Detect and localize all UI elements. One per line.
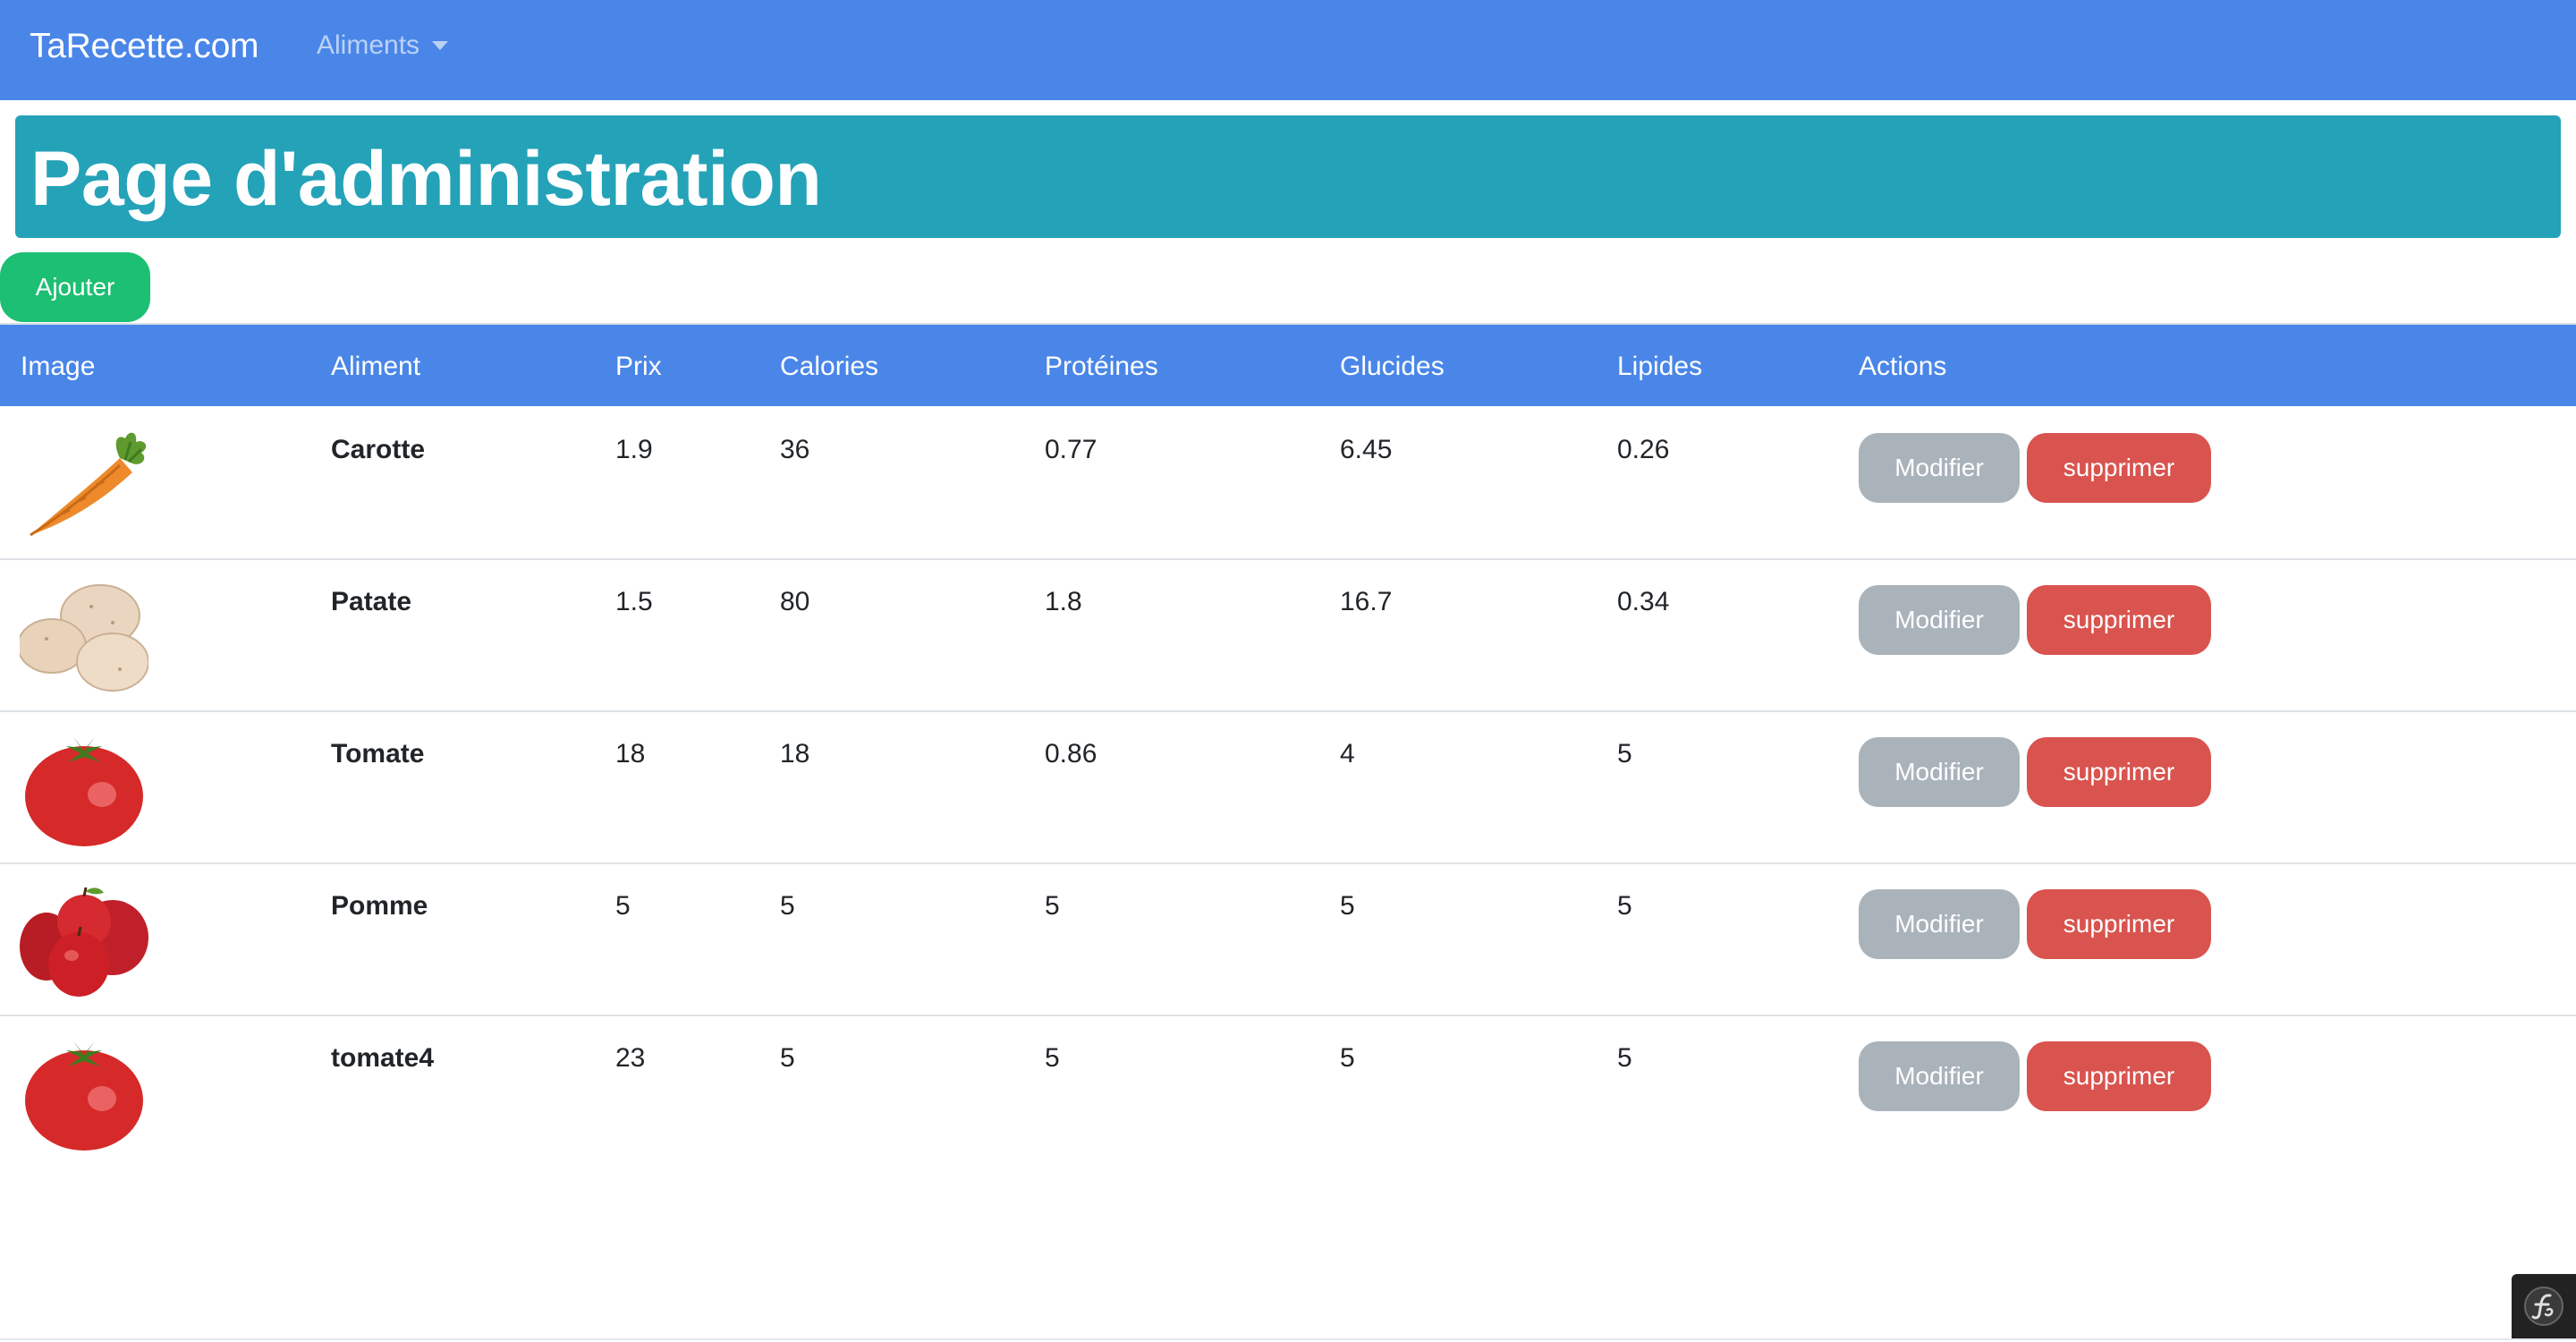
food-lipids: 5 [1617, 891, 1632, 921]
table-row: Tomate 18 18 0.86 4 5 Modifier supprimer [0, 712, 2576, 864]
food-lipids: 5 [1617, 1043, 1632, 1073]
carrot-image [20, 428, 148, 542]
food-carbs: 5 [1340, 1043, 1355, 1073]
food-lipids: 0.26 [1617, 435, 1670, 464]
page-title: Page d'administration [30, 136, 822, 222]
edit-button[interactable]: Modifier [1859, 433, 2020, 503]
brand-link[interactable]: TaRecette.com [30, 27, 259, 66]
column-header-prix: Prix [615, 352, 662, 381]
food-price: 1.5 [615, 587, 653, 616]
add-button[interactable]: Ajouter [0, 252, 150, 322]
food-name: Tomate [331, 739, 425, 769]
food-price: 23 [615, 1043, 646, 1073]
symfony-toolbar-toggle[interactable] [2512, 1274, 2576, 1338]
column-header-lipides: Lipides [1617, 352, 1703, 381]
column-header-image: Image [21, 352, 96, 381]
page-bottom-divider [0, 1338, 2576, 1340]
edit-button[interactable]: Modifier [1859, 585, 2020, 655]
food-price: 18 [615, 739, 646, 769]
food-price: 1.9 [615, 435, 653, 464]
food-carbs: 5 [1340, 891, 1355, 921]
edit-button[interactable]: Modifier [1859, 737, 2020, 807]
aliments-dropdown-label: Aliments [317, 30, 420, 60]
food-calories: 5 [780, 1043, 795, 1073]
delete-button[interactable]: supprimer [2027, 737, 2211, 807]
table-row: tomate4 23 5 5 5 5 Modifier supprimer [0, 1016, 2576, 1168]
table-row: Carotte 1.9 36 0.77 6.45 0.26 Modifier s… [0, 408, 2576, 560]
food-name: Pomme [331, 891, 428, 921]
tomato-image [20, 732, 148, 846]
food-proteins: 0.86 [1045, 739, 1097, 769]
table-row: Pomme 5 5 5 5 5 Modifier supprimer [0, 864, 2576, 1016]
delete-button[interactable]: supprimer [2027, 433, 2211, 503]
food-proteins: 5 [1045, 1043, 1060, 1073]
column-header-actions: Actions [1859, 352, 1947, 381]
aliments-dropdown[interactable]: Aliments [317, 30, 449, 61]
navbar: TaRecette.com Aliments [0, 0, 2576, 100]
caret-down-icon [432, 41, 449, 50]
food-proteins: 5 [1045, 891, 1060, 921]
table-header: Image Aliment Prix Calories Protéines Gl… [0, 323, 2576, 406]
food-carbs: 4 [1340, 739, 1355, 769]
food-carbs: 16.7 [1340, 587, 1393, 616]
column-header-glucides: Glucides [1340, 352, 1445, 381]
food-name: tomate4 [331, 1043, 435, 1073]
food-calories: 36 [780, 435, 810, 464]
food-proteins: 1.8 [1045, 587, 1082, 616]
column-header-calories: Calories [780, 352, 879, 381]
column-header-aliment: Aliment [331, 352, 421, 381]
potato-image [17, 580, 149, 694]
food-name: Patate [331, 587, 412, 616]
apple-image [20, 884, 148, 998]
food-proteins: 0.77 [1045, 435, 1097, 464]
tomato-image [20, 1036, 148, 1151]
food-calories: 5 [780, 891, 795, 921]
edit-button[interactable]: Modifier [1859, 1041, 2020, 1111]
food-calories: 80 [780, 587, 810, 616]
column-header-proteines: Protéines [1045, 352, 1158, 381]
food-price: 5 [615, 891, 631, 921]
delete-button[interactable]: supprimer [2027, 889, 2211, 959]
edit-button[interactable]: Modifier [1859, 889, 2020, 959]
food-lipids: 5 [1617, 739, 1632, 769]
food-calories: 18 [780, 739, 810, 769]
food-lipids: 0.34 [1617, 587, 1670, 616]
delete-button[interactable]: supprimer [2027, 1041, 2211, 1111]
food-name: Carotte [331, 435, 426, 464]
table-row: Patate 1.5 80 1.8 16.7 0.34 Modifier sup… [0, 560, 2576, 712]
page-header: Page d'administration [15, 115, 2561, 238]
delete-button[interactable]: supprimer [2027, 585, 2211, 655]
symfony-icon [2524, 1287, 2563, 1326]
food-carbs: 6.45 [1340, 435, 1393, 464]
